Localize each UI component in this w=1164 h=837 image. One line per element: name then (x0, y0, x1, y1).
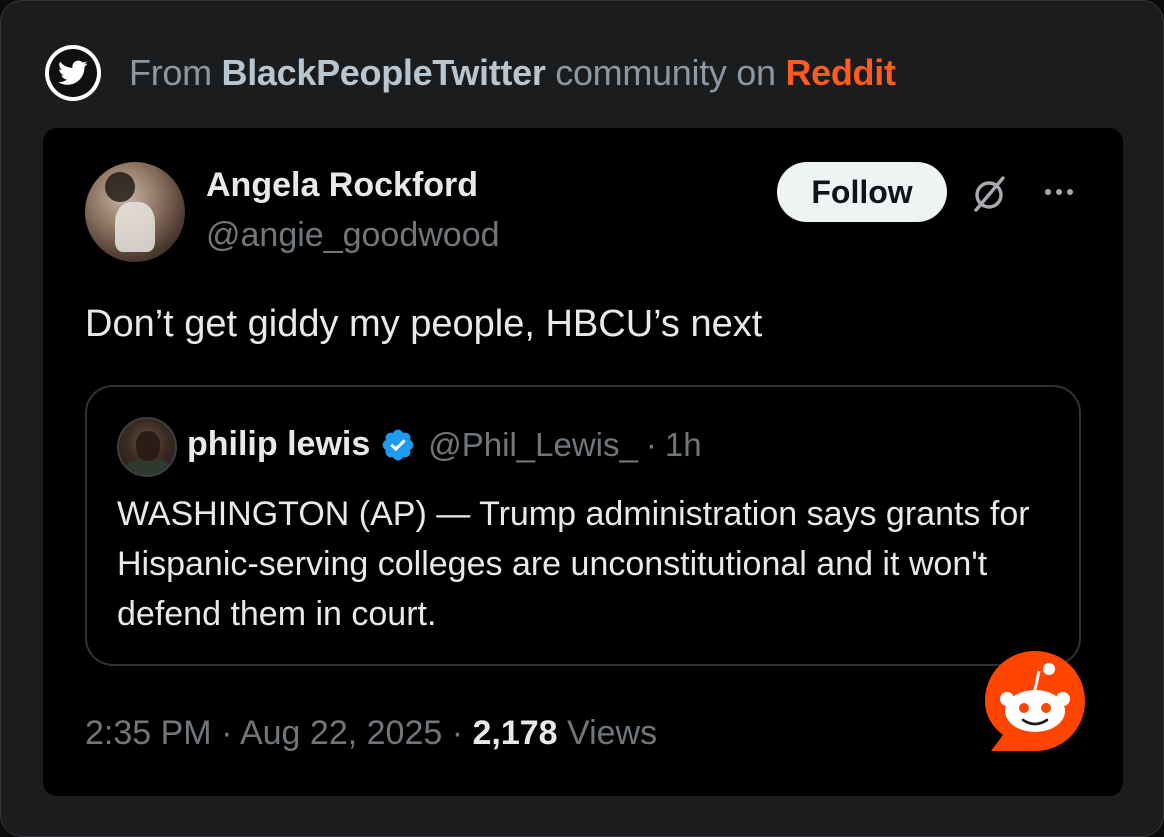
views-count: 2,178 (472, 714, 558, 752)
quoted-separator: · (645, 425, 657, 463)
follow-button[interactable]: Follow (777, 162, 947, 222)
meta-separator: · (442, 714, 473, 752)
quoted-author-avatar[interactable] (117, 417, 177, 477)
tweet-time[interactable]: 2:35 PM (85, 714, 212, 752)
author-name[interactable]: Angela Rockford (206, 166, 478, 205)
grok-icon[interactable] (967, 172, 1011, 216)
reddit-snoo-icon[interactable] (983, 649, 1087, 753)
embed-source-text: From BlackPeopleTwitter community on Red… (129, 52, 896, 94)
meta-separator: · (211, 714, 240, 752)
reddit-link[interactable]: Reddit (785, 52, 896, 93)
quoted-author-handle[interactable]: @Phil_Lewis_ (428, 426, 638, 464)
tweet-card[interactable]: Angela Rockford @angie_goodwood Follow D… (43, 128, 1123, 796)
quoted-tweet[interactable]: philip lewis @Phil_Lewis_ · 1h WASHINGTO… (85, 385, 1081, 666)
author-handle[interactable]: @angie_goodwood (206, 216, 500, 255)
quoted-tweet-text: WASHINGTON (AP) — Trump administration s… (117, 495, 1030, 633)
views-label: Views (557, 714, 658, 752)
author-avatar[interactable] (85, 162, 185, 262)
quoted-tweet-header: philip lewis @Phil_Lewis_ · 1h (187, 425, 702, 464)
more-options-icon[interactable] (1039, 172, 1079, 212)
twitter-bird-icon (45, 45, 101, 101)
embed-card: From BlackPeopleTwitter community on Red… (0, 0, 1164, 837)
tweet-date[interactable]: Aug 22, 2025 (240, 714, 442, 752)
quoted-author-name[interactable]: philip lewis (187, 425, 370, 464)
verified-badge-icon (382, 429, 414, 460)
tweet-text: Don’t get giddy my people, HBCU’s next (85, 303, 763, 345)
source-prefix: From (129, 52, 222, 93)
embed-header: From BlackPeopleTwitter community on Red… (45, 45, 896, 101)
source-middle: community on (545, 52, 786, 93)
tweet-meta: 2:35 PM · Aug 22, 2025 · 2,178 Views (85, 714, 657, 753)
quoted-timestamp[interactable]: 1h (665, 426, 702, 464)
community-link[interactable]: BlackPeopleTwitter (222, 52, 546, 93)
